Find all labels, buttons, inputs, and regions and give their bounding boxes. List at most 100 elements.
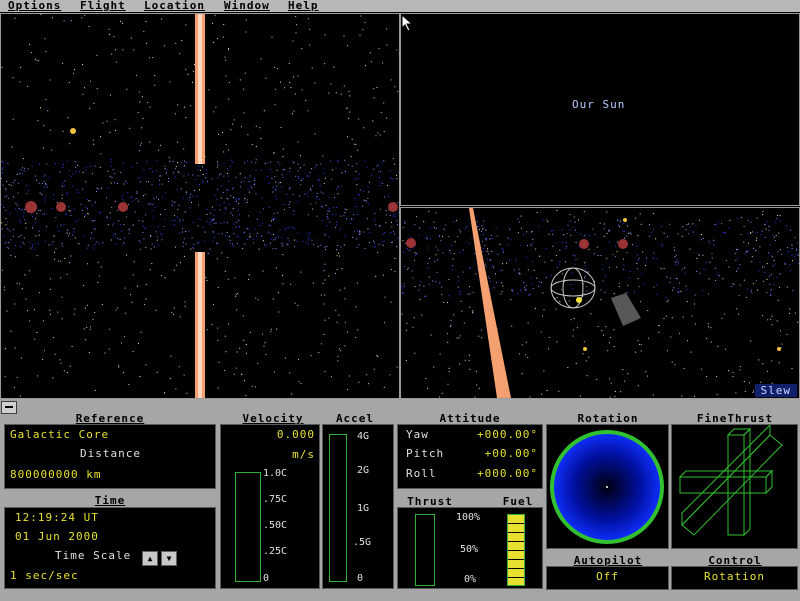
star [768,226,770,228]
star [770,274,772,276]
star [189,196,191,198]
star [92,173,93,175]
star [300,155,301,157]
star [186,162,188,163]
star [206,329,208,331]
star [288,207,290,209]
star [135,75,137,76]
star [556,341,558,343]
target-view[interactable]: Our Sun [400,13,800,206]
menu-flight[interactable]: Flight [80,0,126,12]
star [209,248,211,250]
star [264,244,266,246]
star [119,224,121,226]
star [1,204,3,206]
star [629,271,631,272]
star [173,269,175,271]
star [558,390,560,392]
menu-options[interactable]: Options [8,0,61,12]
star [618,286,620,288]
star [453,253,455,255]
star [126,182,128,184]
star [772,234,774,236]
star [92,237,94,239]
star [608,241,610,243]
star [276,328,278,330]
star [60,362,62,364]
star [255,159,257,161]
finethrust-axes-icon[interactable] [672,423,797,548]
star [343,215,345,217]
star [170,355,172,357]
star [285,227,287,229]
star [337,186,339,188]
star [506,262,508,264]
star [309,171,311,173]
star [185,243,187,245]
menu-help[interactable]: Help [288,0,319,12]
star [108,28,110,30]
star [308,239,309,241]
thrust-gauge[interactable] [415,514,435,586]
star [652,257,654,259]
star [126,254,127,256]
control-mode-button[interactable]: Rotation [671,566,798,590]
star [84,87,85,89]
star [519,353,521,355]
autopilot-button[interactable]: Off [546,566,669,590]
star [481,329,483,331]
star [725,259,727,261]
star [24,167,25,169]
star [67,117,69,119]
star [185,191,187,193]
minimize-panel-button[interactable] [1,401,17,414]
star [292,113,293,115]
star [566,233,568,235]
star [318,199,320,201]
menu-location[interactable]: Location [144,0,205,12]
star [160,214,162,215]
thrust-fuel-box[interactable]: 100% 50% 0% [397,507,543,589]
main-space-view[interactable] [0,13,400,399]
time-box[interactable]: 12:19:24 UT 01 Jun 2000 Time Scale ▲ ▼ 1… [4,507,216,589]
star [308,243,310,245]
star [141,127,142,129]
star [92,318,94,320]
finethrust-box[interactable] [671,423,798,549]
menu-window[interactable]: Window [224,0,270,12]
star [114,233,116,235]
star [405,329,407,331]
star [529,396,531,398]
time-scale-down-button[interactable]: ▼ [161,551,177,566]
star [232,187,234,189]
star [419,227,421,229]
time-scale-up-button[interactable]: ▲ [142,551,158,566]
star [534,307,536,309]
star [132,224,134,226]
rotation-box[interactable] [546,424,669,549]
star [547,221,549,222]
star [136,162,138,164]
star [436,271,438,273]
star [382,274,384,276]
star [121,342,122,344]
star [360,15,362,17]
star [766,278,768,280]
star [55,248,57,250]
ship-view[interactable]: Slew [400,207,800,399]
star [770,318,772,320]
star [586,290,588,292]
star [262,333,263,335]
star [44,213,46,215]
star [567,224,569,226]
star [216,242,218,244]
star [779,215,781,217]
star [311,168,313,170]
star [273,152,275,154]
star [235,293,237,295]
slew-indicator[interactable]: Slew [754,384,797,397]
star [435,254,437,256]
reference-box[interactable]: Galactic Core Distance 800000000 km [4,424,216,489]
star [183,165,185,167]
rotation-sphere-icon[interactable] [547,425,668,548]
